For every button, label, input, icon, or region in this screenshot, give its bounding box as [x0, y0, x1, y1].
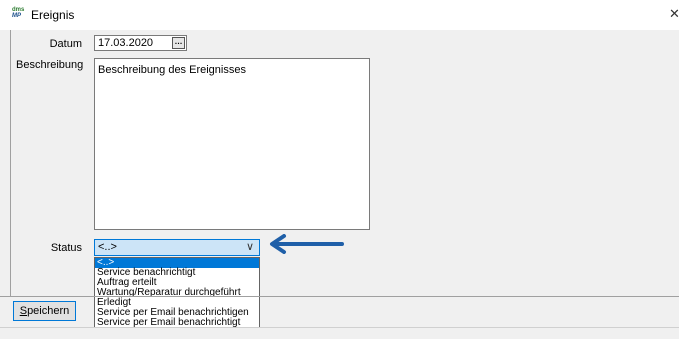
close-icon[interactable]: ✕ [669, 6, 679, 22]
status-value: <..> [98, 241, 117, 253]
description-textarea[interactable]: Beschreibung des Ereignisses [94, 58, 370, 230]
date-value: 17.03.2020 [98, 37, 154, 49]
app-logo-icon: dms MP [12, 7, 26, 21]
ellipsis-icon[interactable]: … [172, 37, 185, 49]
status-select[interactable]: <..> ∨ [94, 239, 260, 256]
bottom-strip [0, 327, 679, 339]
app-logo-line2: MP [12, 13, 21, 19]
bottom-divider [0, 296, 679, 297]
save-button-mnemonic: S [19, 305, 28, 317]
description-value: Beschreibung des Ereignisses [98, 64, 246, 76]
date-field[interactable]: 17.03.2020 … [94, 35, 187, 51]
window-title: Ereignis [31, 8, 75, 22]
arrow-left-icon [270, 234, 344, 254]
status-dropdown-list: <..> Service benachrichtigt Auftrag erte… [94, 257, 260, 338]
description-label: Beschreibung [16, 59, 84, 71]
chevron-down-icon[interactable]: ∨ [246, 240, 254, 253]
date-label: Datum [49, 38, 82, 50]
title-bar: dms MP Ereignis ✕ [0, 0, 679, 30]
save-button-label: peichern [27, 305, 70, 317]
save-button[interactable]: Speichern [13, 301, 76, 321]
right-panel [373, 30, 679, 296]
status-label: Status [50, 242, 82, 254]
